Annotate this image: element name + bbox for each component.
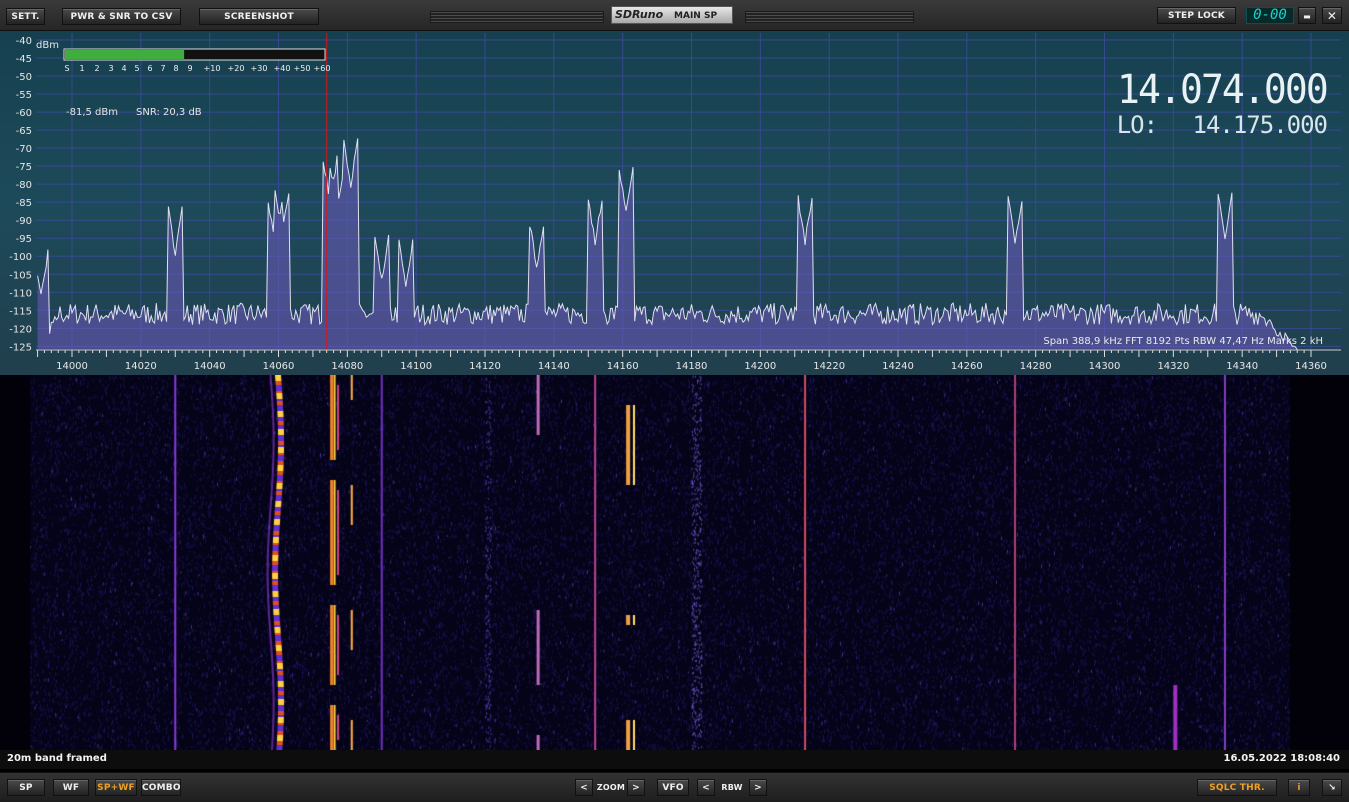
smeter-scale-label: +10 [204,64,221,73]
drag-grip-right[interactable] [745,11,914,23]
x-tick-label: 14260 [951,361,983,372]
zoom-label: ZOOM [596,783,626,792]
x-tick-label: 14300 [1089,361,1121,372]
status-strip: 20m band framed 16.05.2022 18:08:40 [0,750,1349,769]
power-readout: -81,5 dBm [66,107,118,118]
vfo-frequency-display[interactable]: 14.074.000 [1117,67,1329,113]
rbw-down-button[interactable]: < [697,779,715,796]
smeter-scale-label: 4 [121,64,126,73]
x-tick-label: 14160 [607,361,639,372]
y-tick-label: -120 [9,324,32,335]
x-tick-label: 14220 [813,361,845,372]
smeter-scale-label: 8 [173,64,178,73]
y-tick-label: -55 [16,90,32,101]
dbm-unit-label: dBm [36,40,59,51]
y-tick-label: -85 [16,198,32,209]
zoom-out-button[interactable]: < [575,779,593,796]
smeter-scale-label: +20 [228,64,245,73]
snr-readout: SNR: 20,3 dB [136,107,202,118]
smeter-scale-label: 9 [187,64,192,73]
smeter-scale-label: 5 [134,64,139,73]
x-tick-label: 14060 [263,361,295,372]
y-tick-label: -70 [16,144,32,155]
x-tick-label: 14180 [676,361,708,372]
y-tick-label: -100 [9,252,32,263]
x-tick-label: 14020 [125,361,157,372]
lo-frequency-display[interactable]: LO: 14.175.000 [1116,111,1328,139]
lo-frequency-value: 14.175.000 [1192,111,1328,139]
y-tick-label: -95 [16,234,32,245]
y-tick-label: -60 [16,108,32,119]
spectrum-panel[interactable]: -40 -45 -50 -55 -60 -65 -70 -75 -80 -85 -90 -95 -100… [0,31,1349,376]
sdruno-logo: SDRuno [615,8,664,21]
spectrum-fill [37,138,1298,350]
sqlc-threshold-button[interactable]: SQLC THR. [1197,779,1277,796]
bottom-toolbar: SP WF SP+WF COMBO < ZOOM > VFO < RBW > S… [0,772,1349,802]
x-tick-label: 14200 [744,361,776,372]
x-tick-label: 14040 [194,361,226,372]
y-tick-label: -40 [16,36,32,47]
waterfall-canvas[interactable] [0,375,1349,750]
window-name: MAIN SP [674,11,718,21]
y-tick-label: -105 [9,270,32,281]
smeter-scale-label: +60 [314,64,331,73]
screenshot-button[interactable]: SCREENSHOT [199,8,319,25]
smeter-scale-label: 7 [160,64,165,73]
drag-grip-left[interactable] [430,11,604,23]
y-tick-label: -65 [16,126,32,137]
smeter-scale-label: 2 [94,64,99,73]
close-button[interactable]: ✕ [1322,7,1342,24]
x-tick-label: 14280 [1020,361,1052,372]
fft-info-readout: Span 388,9 kHz FFT 8192 Pts RBW 47,47 Hz… [1043,336,1323,347]
y-tick-label: -110 [9,288,32,299]
minimize-button[interactable]: ▬ [1298,7,1316,24]
x-tick-label: 14100 [400,361,432,372]
clock-display: 0-00 [1246,7,1294,24]
x-tick-label: 14000 [56,361,88,372]
smeter-scale-label: 6 [147,64,152,73]
step-lock-button[interactable]: STEP LOCK [1157,7,1236,24]
lo-label: LO: [1116,111,1158,139]
y-tick-label: -45 [16,54,32,65]
zoom-in-button[interactable]: > [627,779,645,796]
smeter-scale-label: +50 [294,64,311,73]
wf-mode-button[interactable]: WF [53,779,89,796]
smeter-scale-label: +40 [274,64,291,73]
title-toolbar: SETT. PWR & SNR TO CSV SCREENSHOT SDRuno… [0,0,1349,31]
y-tick-label: -75 [16,162,32,173]
x-tick-label: 14140 [538,361,570,372]
x-tick-label: 14080 [331,361,363,372]
rbw-up-button[interactable]: > [749,779,767,796]
sp-mode-button[interactable]: SP [7,779,45,796]
rbw-label: RBW [721,783,743,792]
resize-handle-icon[interactable]: ↘ [1322,779,1342,796]
y-tick-label: -90 [16,216,32,227]
x-tick-label: 14340 [1226,361,1258,372]
smeter-bar [65,50,185,59]
smeter-scale-label: 1 [79,64,84,73]
timestamp-caption: 16.05.2022 18:08:40 [1223,753,1341,764]
vfo-button[interactable]: VFO [657,779,689,796]
combo-mode-button[interactable]: COMBO [141,779,181,796]
settings-button[interactable]: SETT. [6,8,45,25]
smeter-scale-label: S [64,64,69,73]
x-tick-label: 14360 [1295,361,1327,372]
smeter-scale-label: 3 [108,64,113,73]
band-caption: 20m band framed [7,753,107,764]
y-tick-label: -50 [16,72,32,83]
y-tick-label: -80 [16,180,32,191]
y-tick-label: -115 [9,306,32,317]
pwr-snr-csv-button[interactable]: PWR & SNR TO CSV [62,8,181,25]
smeter-scale-label: +30 [251,64,268,73]
info-button[interactable]: i [1288,779,1310,796]
waterfall-panel[interactable] [0,375,1349,750]
x-tick-label: 14320 [1157,361,1189,372]
x-tick-label: 14240 [882,361,914,372]
y-tick-label: -125 [9,342,32,353]
x-tick-label: 14120 [469,361,501,372]
sp-wf-mode-button[interactable]: SP+WF [95,779,137,796]
window-title: SDRuno MAIN SP [611,6,733,24]
